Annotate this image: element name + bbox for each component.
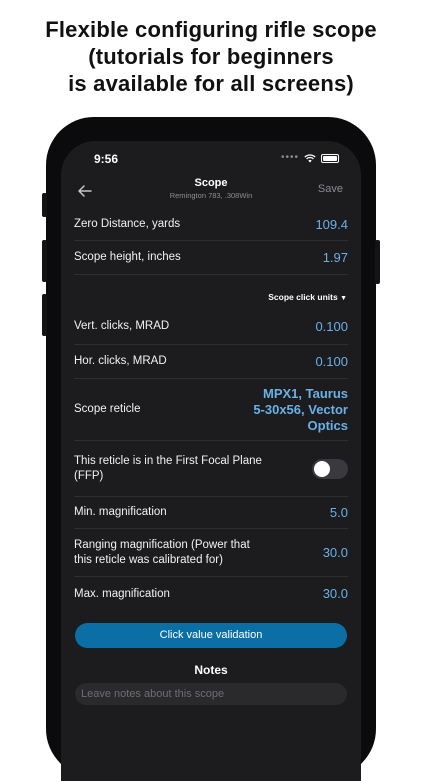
row-value[interactable]: 30.0 xyxy=(323,586,348,602)
reticle-value-line: Optics xyxy=(307,417,348,433)
row-scope-height[interactable]: Scope height, inches 1.97 xyxy=(74,241,348,275)
row-label-line: this reticle was calibrated for) xyxy=(74,553,223,566)
row-zero-distance[interactable]: Zero Distance, yards 109.4 xyxy=(74,209,348,241)
reticle-value[interactable]: MPX1, Taurus 5-30x56, Vector Optics xyxy=(253,386,348,434)
scope-click-units-dropdown[interactable]: Scope click units ▼ xyxy=(268,292,347,302)
row-label: This reticle is in the First Focal Plane… xyxy=(74,454,262,484)
dropdown-label: Scope click units xyxy=(268,292,338,302)
row-label: Hor. clicks, MRAD xyxy=(74,355,167,367)
app-screen: 9:56 •••• Scope Remington 783, .308Win S… xyxy=(61,141,361,781)
headline-line-3: is available for all screens) xyxy=(68,71,354,96)
promo-headline: Flexible configuring rifle scope (tutori… xyxy=(0,16,422,97)
row-ffp-toggle[interactable]: This reticle is in the First Focal Plane… xyxy=(74,441,348,497)
phone-volume-up xyxy=(42,240,47,282)
reticle-value-line: MPX1, Taurus xyxy=(262,385,348,401)
phone-volume-down xyxy=(42,294,47,336)
row-label: Min. magnification xyxy=(74,506,167,518)
row-value[interactable]: 5.0 xyxy=(330,505,348,521)
save-button[interactable]: Save xyxy=(318,183,343,195)
phone-mute-switch xyxy=(42,193,47,217)
caret-down-icon: ▼ xyxy=(340,295,347,302)
reticle-value-line: 5-30x56, Vector xyxy=(253,401,348,417)
row-label-line: (FFP) xyxy=(74,469,104,482)
nav-subtitle: Remington 783, .308Win xyxy=(169,191,253,200)
row-label-line: Ranging magnification (Power that xyxy=(74,538,250,551)
phone-power-button xyxy=(375,240,380,284)
headline-line-1: Flexible configuring rifle scope xyxy=(45,17,377,42)
status-icons: •••• xyxy=(281,153,339,163)
ffp-toggle[interactable] xyxy=(312,458,348,479)
row-label-line: This reticle is in the First Focal Plane xyxy=(74,454,262,467)
row-value[interactable]: 30.0 xyxy=(323,545,348,561)
battery-icon xyxy=(321,153,339,163)
row-hor-clicks[interactable]: Hor. clicks, MRAD 0.100 xyxy=(74,345,348,379)
headline-line-2: (tutorials for beginners xyxy=(88,44,334,69)
row-label: Max. magnification xyxy=(74,587,170,600)
notes-title: Notes xyxy=(194,663,228,677)
row-vert-clicks[interactable]: Vert. clicks, MRAD 0.100 xyxy=(74,309,348,345)
nav-title: Scope xyxy=(194,177,228,189)
row-min-magnification[interactable]: Min. magnification 5.0 xyxy=(74,497,348,529)
row-value[interactable]: 1.97 xyxy=(323,250,348,266)
row-max-magnification[interactable]: Max. magnification 30.0 xyxy=(74,577,348,611)
signal-dots-icon: •••• xyxy=(280,152,299,163)
row-scope-reticle[interactable]: Scope reticle MPX1, Taurus 5-30x56, Vect… xyxy=(74,379,348,441)
row-label: Scope reticle xyxy=(74,403,141,415)
row-ranging-magnification[interactable]: Ranging magnification (Power that this r… xyxy=(74,529,348,577)
row-value[interactable]: 109.4 xyxy=(315,217,348,233)
notes-input[interactable]: Leave notes about this scope xyxy=(75,683,347,705)
status-time: 9:56 xyxy=(94,152,119,166)
row-label: Ranging magnification (Power that this r… xyxy=(74,538,250,568)
nav-bar: Scope Remington 783, .308Win Save xyxy=(61,173,361,209)
wifi-icon xyxy=(304,153,316,162)
row-label: Scope height, inches xyxy=(74,251,181,263)
row-value[interactable]: 0.100 xyxy=(315,354,348,370)
row-value[interactable]: 0.100 xyxy=(315,319,348,335)
row-label: Vert. clicks, MRAD xyxy=(74,320,170,332)
row-label: Zero Distance, yards xyxy=(74,218,181,230)
click-value-validation-button[interactable]: Click value validation xyxy=(75,623,347,648)
toggle-knob xyxy=(314,460,330,477)
